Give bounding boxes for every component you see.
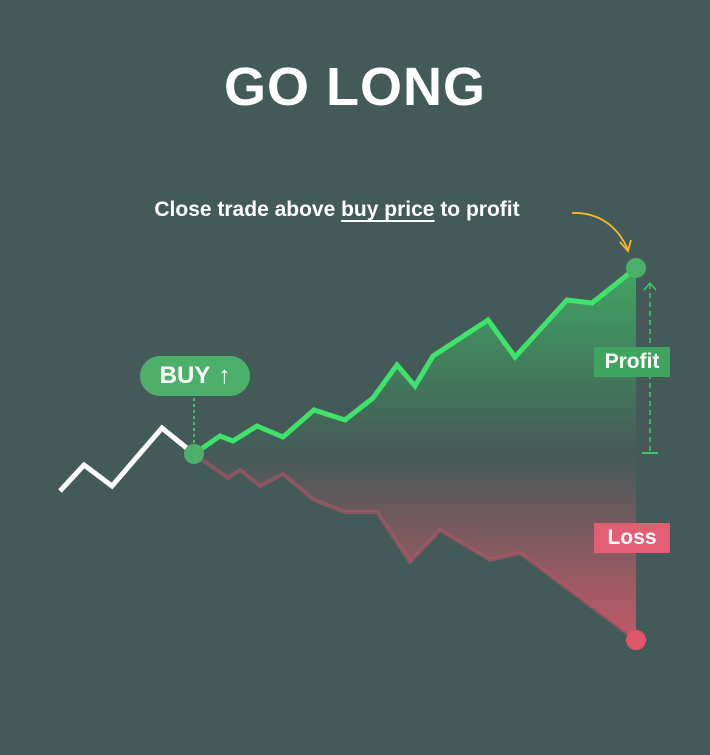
- loss-label: Loss: [594, 523, 670, 553]
- trade-diagram: [58, 212, 658, 650]
- buy-badge: BUY ↑: [140, 356, 250, 396]
- curved-arrow-icon: [571, 212, 629, 251]
- profit-target-marker: [626, 258, 646, 278]
- price-history-line: [58, 424, 196, 493]
- loss-area: [194, 454, 636, 640]
- up-arrow-icon: ↑: [218, 362, 231, 389]
- entry-point-marker: [184, 444, 204, 464]
- loss-target-marker: [626, 630, 646, 650]
- buy-label: BUY: [159, 362, 211, 389]
- profit-label: Profit: [594, 347, 670, 377]
